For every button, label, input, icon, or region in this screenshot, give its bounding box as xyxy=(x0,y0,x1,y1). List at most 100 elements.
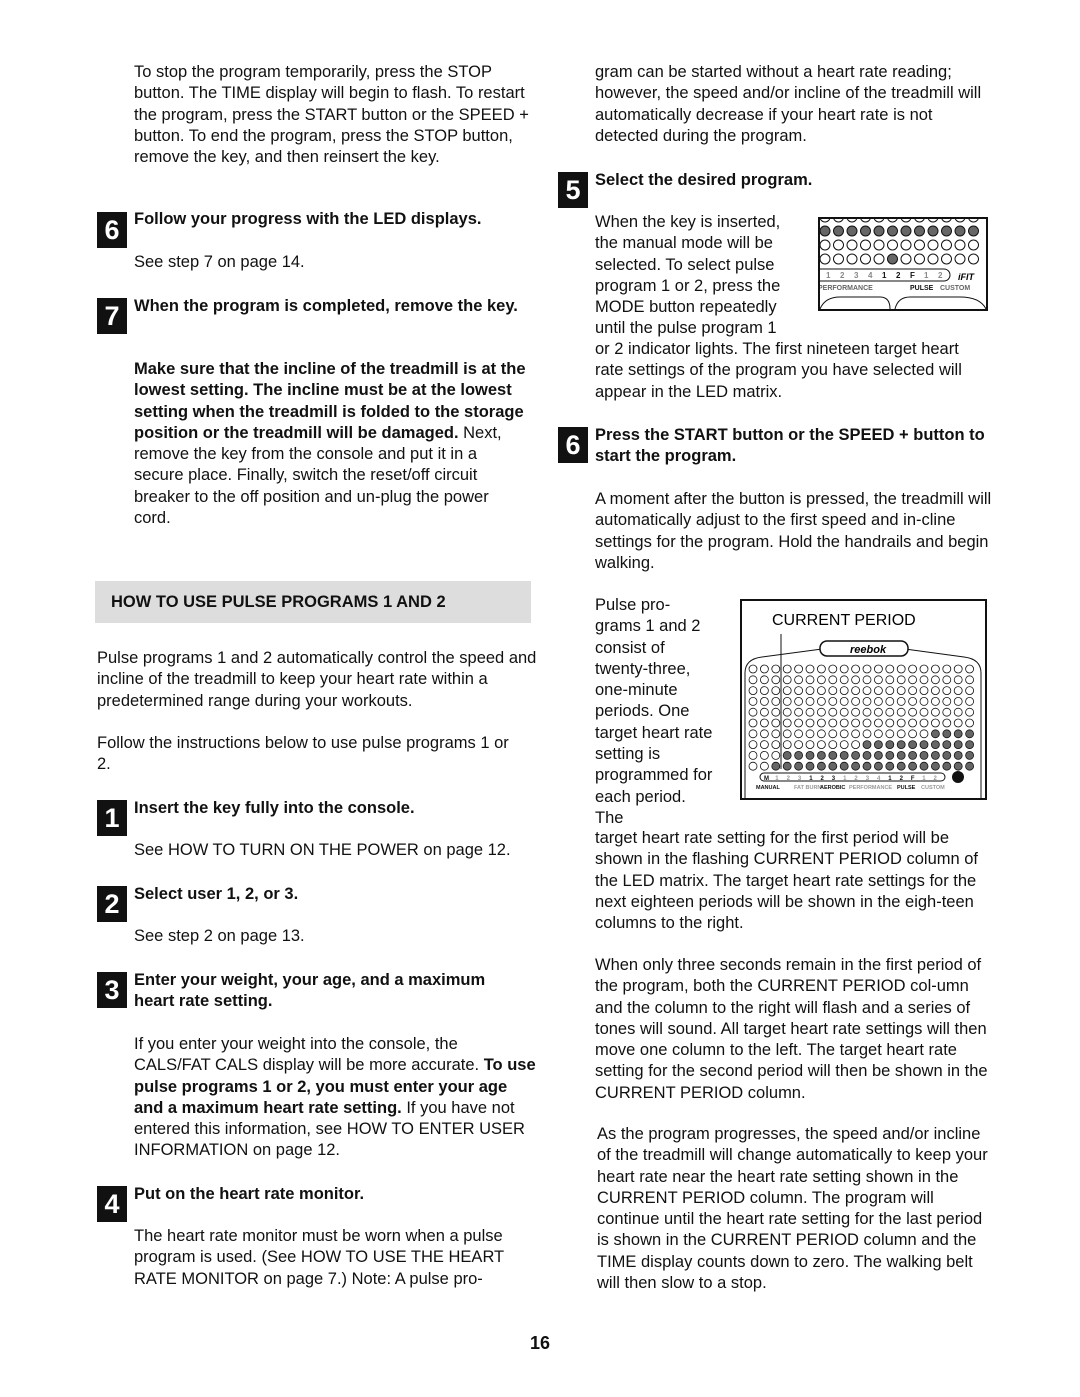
led-dot xyxy=(782,718,792,728)
program-label: 1 xyxy=(924,271,929,280)
led-dot xyxy=(846,219,858,223)
step-body: See step 7 on page 14. xyxy=(134,253,305,271)
led-dot xyxy=(887,219,898,223)
led-dot xyxy=(885,750,895,760)
led-dot xyxy=(782,686,792,695)
led-dot xyxy=(782,761,792,771)
led-dot xyxy=(748,740,758,750)
step-body: When the key is inserted, the manual mod… xyxy=(595,213,781,338)
led-dot xyxy=(908,707,918,717)
led-dot xyxy=(873,707,883,717)
led-dot xyxy=(953,675,963,685)
led-dot xyxy=(771,675,781,685)
led-dot xyxy=(817,750,826,760)
group-label: CUSTOM xyxy=(921,785,945,791)
program-label: F xyxy=(910,271,915,280)
current-period-label: CURRENT PERIOD xyxy=(772,612,916,629)
led-dot xyxy=(794,707,803,717)
led-dot xyxy=(851,697,860,706)
led-dot xyxy=(851,761,860,771)
led-dot xyxy=(919,664,929,674)
paragraph: gram can be started without a heart rate… xyxy=(595,63,982,145)
led-dot xyxy=(919,750,929,760)
step-title: Enter your weight, your age, and a maxim… xyxy=(134,971,486,1011)
led-dot xyxy=(896,740,906,750)
step-title: Press the START button or the SPEED + bu… xyxy=(595,426,985,466)
led-dot xyxy=(908,675,918,685)
led-dot xyxy=(782,664,792,674)
led-dot xyxy=(965,740,975,750)
led-dot xyxy=(908,718,918,728)
led-dot xyxy=(968,219,979,223)
led-dot xyxy=(828,761,838,771)
led-dot xyxy=(930,740,940,750)
led-dot xyxy=(828,729,838,739)
led-dot xyxy=(851,686,860,695)
led-dot xyxy=(965,686,975,695)
led-dot xyxy=(771,686,781,695)
step-badge: 5 xyxy=(558,172,588,208)
led-dot xyxy=(817,664,826,674)
led-dot xyxy=(908,686,918,695)
led-dot xyxy=(805,729,815,739)
led-dot xyxy=(908,750,918,760)
group-label: CUSTOM xyxy=(940,285,970,292)
led-dot xyxy=(828,718,838,728)
led-dot xyxy=(817,697,826,706)
led-dot xyxy=(817,707,826,717)
led-dot xyxy=(759,664,769,674)
led-dot xyxy=(771,750,781,760)
led-dot xyxy=(896,664,906,674)
led-dot xyxy=(862,729,872,739)
led-dot xyxy=(748,729,758,739)
led-dot xyxy=(862,664,872,674)
led-dot xyxy=(862,697,872,706)
group-label: PERFORMANCE xyxy=(820,285,873,292)
led-dot xyxy=(759,686,769,695)
program-label: 1 xyxy=(882,271,887,280)
led-dot xyxy=(748,686,758,695)
led-dot xyxy=(953,729,963,739)
led-dot xyxy=(817,686,826,695)
led-dot xyxy=(930,729,940,739)
led-dot xyxy=(885,729,895,739)
led-dot xyxy=(873,239,885,251)
led-dot xyxy=(873,718,883,728)
led-dot xyxy=(817,718,826,728)
led-dot xyxy=(839,740,849,750)
led-dot xyxy=(873,664,883,674)
step-title: Select user 1, 2, or 3. xyxy=(134,885,299,903)
led-dot xyxy=(782,750,792,760)
led-dot xyxy=(896,707,906,717)
program-label: 4 xyxy=(868,271,873,280)
led-dot xyxy=(873,675,883,685)
led-dot xyxy=(771,697,781,706)
led-dot xyxy=(919,675,929,685)
led-dot xyxy=(953,686,963,695)
led-dot xyxy=(941,253,952,265)
led-dot xyxy=(965,697,975,706)
led-dot xyxy=(919,729,929,739)
step-badge: 6 xyxy=(97,212,127,248)
led-dot xyxy=(942,675,952,685)
led-dot xyxy=(748,664,758,674)
led-dot xyxy=(839,664,849,674)
led-dot xyxy=(873,225,885,237)
led-dot xyxy=(839,707,849,717)
led-dot xyxy=(873,697,883,706)
section-title: HOW TO USE PULSE PROGRAMS 1 AND 2 xyxy=(95,581,531,623)
led-dot xyxy=(953,707,963,717)
led-dot xyxy=(908,729,918,739)
led-dot xyxy=(828,707,838,717)
led-dot xyxy=(930,675,940,685)
led-dot xyxy=(839,761,849,771)
ifit-logo: iFIT xyxy=(958,272,975,282)
led-dot xyxy=(953,740,963,750)
led-dot xyxy=(965,761,975,771)
step-badge: 7 xyxy=(97,298,127,334)
led-dot xyxy=(794,664,803,674)
led-dot xyxy=(908,740,918,750)
led-dot xyxy=(860,253,871,265)
led-dot xyxy=(759,675,769,685)
led-dot xyxy=(759,729,769,739)
